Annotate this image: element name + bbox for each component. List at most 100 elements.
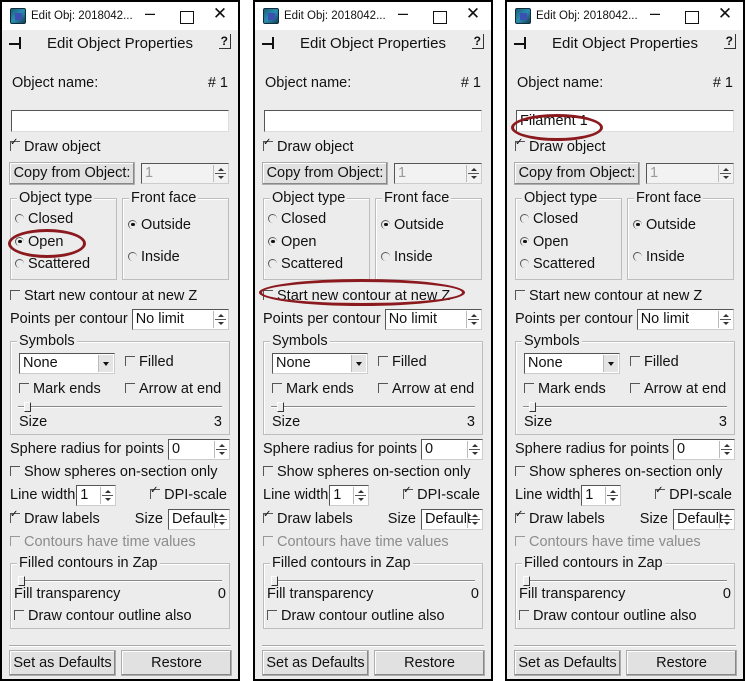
pin-icon[interactable] — [9, 37, 21, 49]
points-per-contour-spinner[interactable]: No limit — [131, 308, 229, 330]
close-button[interactable]: ✕ — [463, 4, 483, 24]
size-slider[interactable] — [18, 402, 222, 412]
arrow-at-end-checkbox[interactable]: Arrow at end — [630, 381, 726, 397]
restore-button[interactable]: Restore — [121, 650, 232, 676]
radio-outside[interactable]: Outside — [633, 217, 696, 233]
line-width-spinner[interactable]: 1 — [329, 484, 370, 506]
object-name-input[interactable] — [264, 110, 482, 132]
arrow-at-end-checkbox[interactable]: Arrow at end — [378, 381, 474, 397]
dpi-scale-checkbox[interactable]: DPI-scale — [150, 485, 227, 503]
draw-object-checkbox[interactable]: Draw object — [507, 136, 743, 158]
symbol-dropdown[interactable]: None — [524, 353, 620, 374]
chevron-down-icon[interactable] — [351, 355, 366, 372]
start-new-contour-checkbox[interactable]: Start new contour at new Z — [2, 285, 238, 307]
sphere-radius-spinner[interactable]: 0 — [167, 438, 230, 460]
radio-inside[interactable]: Inside — [633, 249, 685, 265]
radio-open[interactable]: Open — [268, 234, 316, 250]
help-button[interactable]: ? — [471, 34, 484, 49]
arrow-at-end-checkbox[interactable]: Arrow at end — [125, 381, 221, 397]
copy-from-object-button[interactable]: Copy from Object: — [9, 161, 135, 185]
symbol-dropdown[interactable]: None — [19, 353, 115, 374]
draw-outline-checkbox[interactable]: Draw contour outline also — [519, 608, 697, 624]
fill-transparency-slider[interactable] — [18, 576, 222, 586]
slider-thumb[interactable] — [277, 402, 285, 412]
dpi-scale-checkbox[interactable]: DPI-scale — [403, 485, 480, 503]
help-button[interactable]: ? — [723, 34, 736, 49]
set-as-defaults-button[interactable]: Set as Defaults — [514, 650, 621, 676]
help-button[interactable]: ? — [218, 34, 231, 49]
radio-closed[interactable]: Closed — [15, 211, 73, 227]
show-spheres-checkbox[interactable]: Show spheres on-section only — [2, 461, 238, 483]
label-size-spinner[interactable]: Default — [168, 508, 230, 530]
show-spheres-checkbox[interactable]: Show spheres on-section only — [255, 461, 491, 483]
radio-outside[interactable]: Outside — [128, 217, 191, 233]
radio-open[interactable]: Open — [520, 234, 568, 250]
label-size-spinner[interactable]: Default — [673, 508, 735, 530]
points-per-contour-spinner[interactable]: No limit — [384, 308, 482, 330]
draw-labels-checkbox[interactable]: Draw labels — [10, 509, 100, 527]
mark-ends-checkbox[interactable]: Mark ends — [272, 381, 354, 397]
slider-thumb[interactable] — [523, 576, 530, 586]
mark-ends-checkbox[interactable]: Mark ends — [19, 381, 101, 397]
copy-from-object-spinner[interactable]: 1 — [394, 162, 482, 184]
copy-from-object-spinner[interactable]: 1 — [141, 162, 229, 184]
maximize-button[interactable] — [180, 11, 194, 24]
contours-time-checkbox[interactable]: Contours have time values — [2, 531, 238, 553]
contours-time-checkbox[interactable]: Contours have time values — [507, 531, 743, 553]
title-bar[interactable]: Edit Obj: 2018042... – ✕ — [255, 2, 491, 30]
radio-inside[interactable]: Inside — [381, 249, 433, 265]
radio-closed[interactable]: Closed — [520, 211, 578, 227]
maximize-button[interactable] — [433, 11, 447, 24]
close-button[interactable]: ✕ — [715, 4, 735, 24]
points-per-contour-spinner[interactable]: No limit — [636, 308, 734, 330]
draw-labels-checkbox[interactable]: Draw labels — [515, 509, 605, 527]
title-bar[interactable]: Edit Obj: 2018042... – ✕ — [507, 2, 743, 30]
draw-object-checkbox[interactable]: Draw object — [2, 136, 238, 158]
chevron-down-icon[interactable] — [98, 355, 113, 372]
size-slider[interactable] — [523, 402, 727, 412]
start-new-contour-checkbox[interactable]: Start new contour at new Z — [255, 285, 491, 307]
slider-thumb[interactable] — [18, 576, 25, 586]
size-slider[interactable] — [271, 402, 475, 412]
minimize-button[interactable]: – — [140, 3, 160, 24]
radio-scattered[interactable]: Scattered — [520, 256, 595, 272]
close-button[interactable]: ✕ — [210, 4, 230, 24]
slider-thumb[interactable] — [271, 576, 278, 586]
restore-button[interactable]: Restore — [374, 650, 485, 676]
start-new-contour-checkbox[interactable]: Start new contour at new Z — [507, 285, 743, 307]
object-name-input[interactable]: Filament 1 — [516, 110, 734, 132]
radio-scattered[interactable]: Scattered — [268, 256, 343, 272]
copy-from-object-button[interactable]: Copy from Object: — [514, 161, 640, 185]
filled-checkbox[interactable]: Filled — [125, 354, 174, 370]
copy-from-object-spinner[interactable]: 1 — [646, 162, 734, 184]
set-as-defaults-button[interactable]: Set as Defaults — [9, 650, 116, 676]
radio-open[interactable]: Open — [15, 234, 63, 250]
show-spheres-checkbox[interactable]: Show spheres on-section only — [507, 461, 743, 483]
radio-scattered[interactable]: Scattered — [15, 256, 90, 272]
contours-time-checkbox[interactable]: Contours have time values — [255, 531, 491, 553]
radio-inside[interactable]: Inside — [128, 249, 180, 265]
label-size-spinner[interactable]: Default — [421, 508, 483, 530]
radio-closed[interactable]: Closed — [268, 211, 326, 227]
set-as-defaults-button[interactable]: Set as Defaults — [262, 650, 369, 676]
line-width-spinner[interactable]: 1 — [76, 484, 117, 506]
radio-outside[interactable]: Outside — [381, 217, 444, 233]
symbol-dropdown[interactable]: None — [272, 353, 368, 374]
sphere-radius-spinner[interactable]: 0 — [420, 438, 483, 460]
filled-checkbox[interactable]: Filled — [630, 354, 679, 370]
filled-checkbox[interactable]: Filled — [378, 354, 427, 370]
slider-thumb[interactable] — [24, 402, 32, 412]
maximize-button[interactable] — [685, 11, 699, 24]
draw-outline-checkbox[interactable]: Draw contour outline also — [267, 608, 445, 624]
dpi-scale-checkbox[interactable]: DPI-scale — [655, 485, 732, 503]
restore-button[interactable]: Restore — [626, 650, 737, 676]
pin-icon[interactable] — [262, 37, 274, 49]
draw-outline-checkbox[interactable]: Draw contour outline also — [14, 608, 192, 624]
title-bar[interactable]: Edit Obj: 2018042... – ✕ — [2, 2, 238, 30]
slider-thumb[interactable] — [529, 402, 537, 412]
fill-transparency-slider[interactable] — [271, 576, 475, 586]
copy-from-object-button[interactable]: Copy from Object: — [262, 161, 388, 185]
chevron-down-icon[interactable] — [603, 355, 618, 372]
minimize-button[interactable]: – — [393, 3, 413, 24]
line-width-spinner[interactable]: 1 — [581, 484, 622, 506]
